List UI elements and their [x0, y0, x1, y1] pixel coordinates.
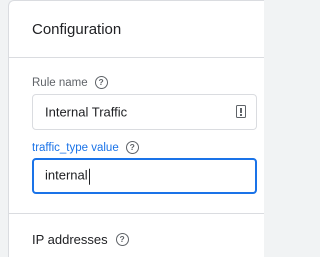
- help-icon[interactable]: ?: [125, 141, 139, 154]
- traffic-type-label-row: traffic_type value ?: [32, 141, 139, 154]
- traffic-type-label: traffic_type value: [32, 141, 119, 154]
- traffic-type-value: internal: [45, 167, 88, 183]
- variable-picker-icon[interactable]: [236, 105, 246, 118]
- help-icon[interactable]: ?: [94, 76, 108, 89]
- rule-name-label-row: Rule name ?: [32, 76, 108, 89]
- rule-name-value: Internal Traffic: [45, 104, 128, 120]
- ip-addresses-heading: IP addresses ?: [32, 232, 129, 247]
- panel-title: Configuration: [32, 21, 122, 38]
- configuration-panel: Configuration Rule name ? Internal Traff…: [8, 0, 264, 257]
- ip-addresses-title: IP addresses: [32, 232, 108, 247]
- rule-name-input[interactable]: Internal Traffic: [32, 94, 257, 130]
- section-divider: [9, 213, 264, 214]
- rule-name-label: Rule name: [32, 76, 88, 89]
- traffic-type-value-wrap: internal: [45, 168, 90, 185]
- title-divider: [9, 57, 264, 58]
- traffic-type-input[interactable]: internal: [32, 158, 257, 194]
- help-icon[interactable]: ?: [115, 233, 129, 246]
- text-caret: [88, 168, 90, 185]
